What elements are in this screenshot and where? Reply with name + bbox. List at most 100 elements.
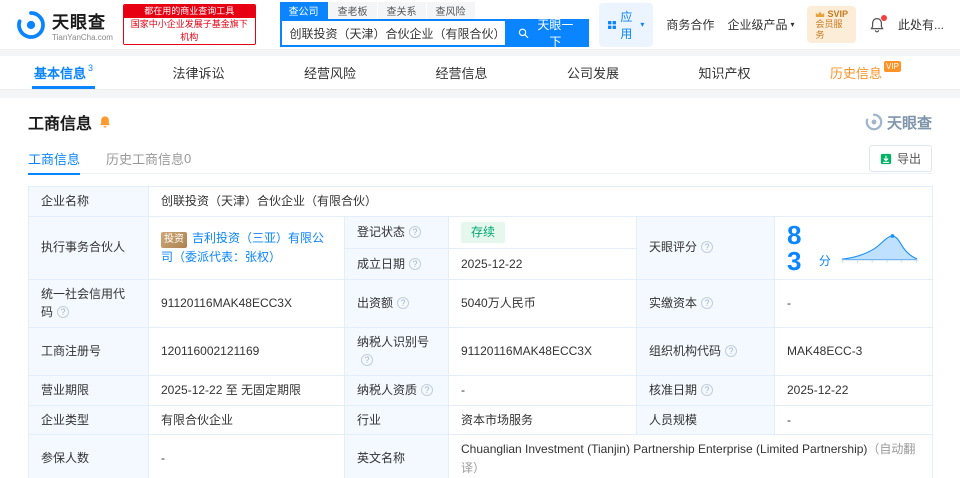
field-label: 统一社会信用代码 [28,278,149,328]
crown-icon [816,11,825,17]
help-icon[interactable] [701,296,714,309]
tab-legal-proceedings[interactable]: 法律诉讼 [169,56,229,89]
business-info-card: 工商信息 天眼查 工商信息 历史工商信息 0 导出 企业名称 创联投资（天津）合… [0,98,960,478]
reg-number-value: 120116002121169 [148,326,345,376]
tab-basic-info-count: 3 [88,62,94,73]
table-row: 企业名称 创联投资（天津）合伙企业（有限合伙） [28,186,933,217]
approval-date-value: 2025-12-22 [774,374,933,406]
help-icon[interactable] [409,257,422,270]
registration-status-value: 存续 [448,215,637,250]
tianyancha-logo-icon [17,10,45,39]
business-info-table: 企业名称 创联投资（天津）合伙企业（有限合伙） 执行事务合伙人 投资 吉利投资（三… [28,186,933,478]
search-tab-risk[interactable]: 查风险 [426,2,475,19]
vip-badge: VIP [884,61,901,72]
search-button-label: 天眼一下 [537,18,574,49]
search-tab-boss[interactable]: 查老板 [328,2,377,19]
taxpayer-id-value: 91120116MAK48ECC3X [448,326,637,376]
tab-operational-risk[interactable]: 经营风险 [300,56,360,89]
score-distribution-chart [840,233,919,263]
svip-sublabel: 会员服务 [815,19,843,40]
top-header: 天眼查 TianYanCha.com 都在用的商业查询工具 国家中小企业发展子基… [0,0,960,50]
svip-membership-badge[interactable]: SVIP 会员服务 [807,5,856,44]
field-label: 出资额 [344,278,449,328]
search-input[interactable] [279,19,505,47]
status-badge: 存续 [461,222,506,243]
help-icon[interactable] [725,345,738,358]
help-icon[interactable] [701,383,714,396]
subtab-history-count: 0 [184,151,192,166]
tab-company-development[interactable]: 公司发展 [563,56,623,89]
field-label: 工商注册号 [28,326,149,376]
top-right-menu: 应用 ▾ 商务合作 企业级产品 ▾ SVIP 会员服务 此处有... [599,2,944,47]
company-nav-tabs: 基本信息 3 法律诉讼 经营风险 经营信息 公司发展 知识产权 历史信息 VIP [0,56,960,90]
tianyancha-watermark: 天眼查 [865,112,932,133]
search-tab-company[interactable]: 查公司 [279,2,328,19]
staff-size-value: - [774,404,933,436]
org-code-value: MAK48ECC-3 [774,326,933,376]
subtab-business-info[interactable]: 工商信息 [28,144,81,175]
insured-count-value: - [148,434,345,478]
help-icon[interactable] [397,296,410,309]
tab-business-info[interactable]: 经营信息 [432,56,492,89]
help-icon[interactable] [57,306,70,319]
field-label: 企业类型 [28,404,149,436]
field-label: 成立日期 [344,248,449,280]
company-name-value: 创联投资（天津）合伙企业（有限合伙） [148,186,933,217]
help-icon[interactable] [421,383,434,396]
field-label: 纳税人资质 [344,374,449,406]
table-row: 营业期限 2025-12-22 至 无固定期限 纳税人资质 - 核准日期 202… [28,374,933,406]
score-unit: 分 [818,254,831,268]
section-header: 工商信息 天眼查 [28,110,932,134]
subtab-history-label: 历史工商信息 [106,152,185,167]
help-icon[interactable] [701,241,714,254]
company-type-value: 有限合伙企业 [148,404,345,436]
export-icon [880,153,892,164]
english-name-value: Chuanglian Investment (Tianjin) Partners… [448,434,933,478]
tianyancha-logo[interactable]: 天眼查 TianYanCha.com [16,8,113,42]
apps-button-label: 应用 [620,9,633,41]
table-row: 工商注册号 120116002121169 纳税人识别号 91120116MAK… [28,326,933,376]
tianyan-score-cell: 83 分 [774,215,933,280]
tab-basic-info-label: 基本信息 [34,66,87,81]
credit-code-value: 91120116MAK48ECC3X [148,278,345,328]
help-icon[interactable] [361,354,373,367]
field-label: 营业期限 [28,374,149,406]
user-menu[interactable]: 此处有... [898,16,944,33]
field-label: 核准日期 [636,374,775,406]
business-term-value: 2025-12-22 至 无固定期限 [148,374,345,406]
chevron-down-icon: ▾ [790,20,795,29]
field-label: 人员规模 [636,404,775,436]
tab-basic-info[interactable]: 基本信息 3 [30,56,97,89]
taxpayer-quality-value: - [448,374,637,406]
field-label: 行业 [344,404,449,436]
tab-history-info[interactable]: 历史信息 VIP [826,56,905,89]
promo-badge: 都在用的商业查询工具 国家中小企业发展子基金旗下机构 [122,4,256,45]
page: 天眼查 TianYanCha.com 都在用的商业查询工具 国家中小企业发展子基… [0,0,960,478]
field-label: 执行事务合伙人 [28,215,149,280]
subtab-row: 工商信息 历史工商信息 0 导出 [28,144,932,175]
menu-business-cooperation[interactable]: 商务合作 [666,16,714,33]
field-label: 纳税人识别号 [344,326,449,376]
table-row: 统一社会信用代码 91120116MAK48ECC3X 出资额 5040万人民币… [28,278,933,328]
search-button[interactable]: 天眼一下 [504,18,590,49]
subtab-history-business-info[interactable]: 历史工商信息 0 [106,144,191,174]
promo-line-1: 都在用的商业查询工具 [123,5,255,18]
apps-button[interactable]: 应用 ▾ [599,2,654,47]
watermark-text: 天眼查 [886,114,932,132]
help-icon[interactable] [409,226,422,239]
search-area: 查公司 查老板 查关系 查风险 天眼一下 [279,2,590,49]
table-row: 参保人数 - 英文名称 Chuanglian Investment (Tianj… [28,434,933,478]
table-row: 企业类型 有限合伙企业 行业 资本市场服务 人员规模 - [28,404,933,436]
notification-bell-icon[interactable] [869,14,887,33]
capital-value: 5040万人民币 [448,278,637,328]
field-label: 实缴资本 [636,278,775,328]
tab-intellectual-property[interactable]: 知识产权 [695,56,755,89]
menu-enterprise-products[interactable]: 企业级产品 ▾ [727,16,794,33]
export-button[interactable]: 导出 [868,145,932,172]
search-tab-relation[interactable]: 查关系 [377,2,426,19]
logo-domain: TianYanCha.com [52,32,113,42]
search-icon [518,28,529,38]
monitor-bell-icon[interactable] [98,115,112,129]
field-label: 参保人数 [28,434,149,478]
logo-text: 天眼查 [52,12,106,32]
